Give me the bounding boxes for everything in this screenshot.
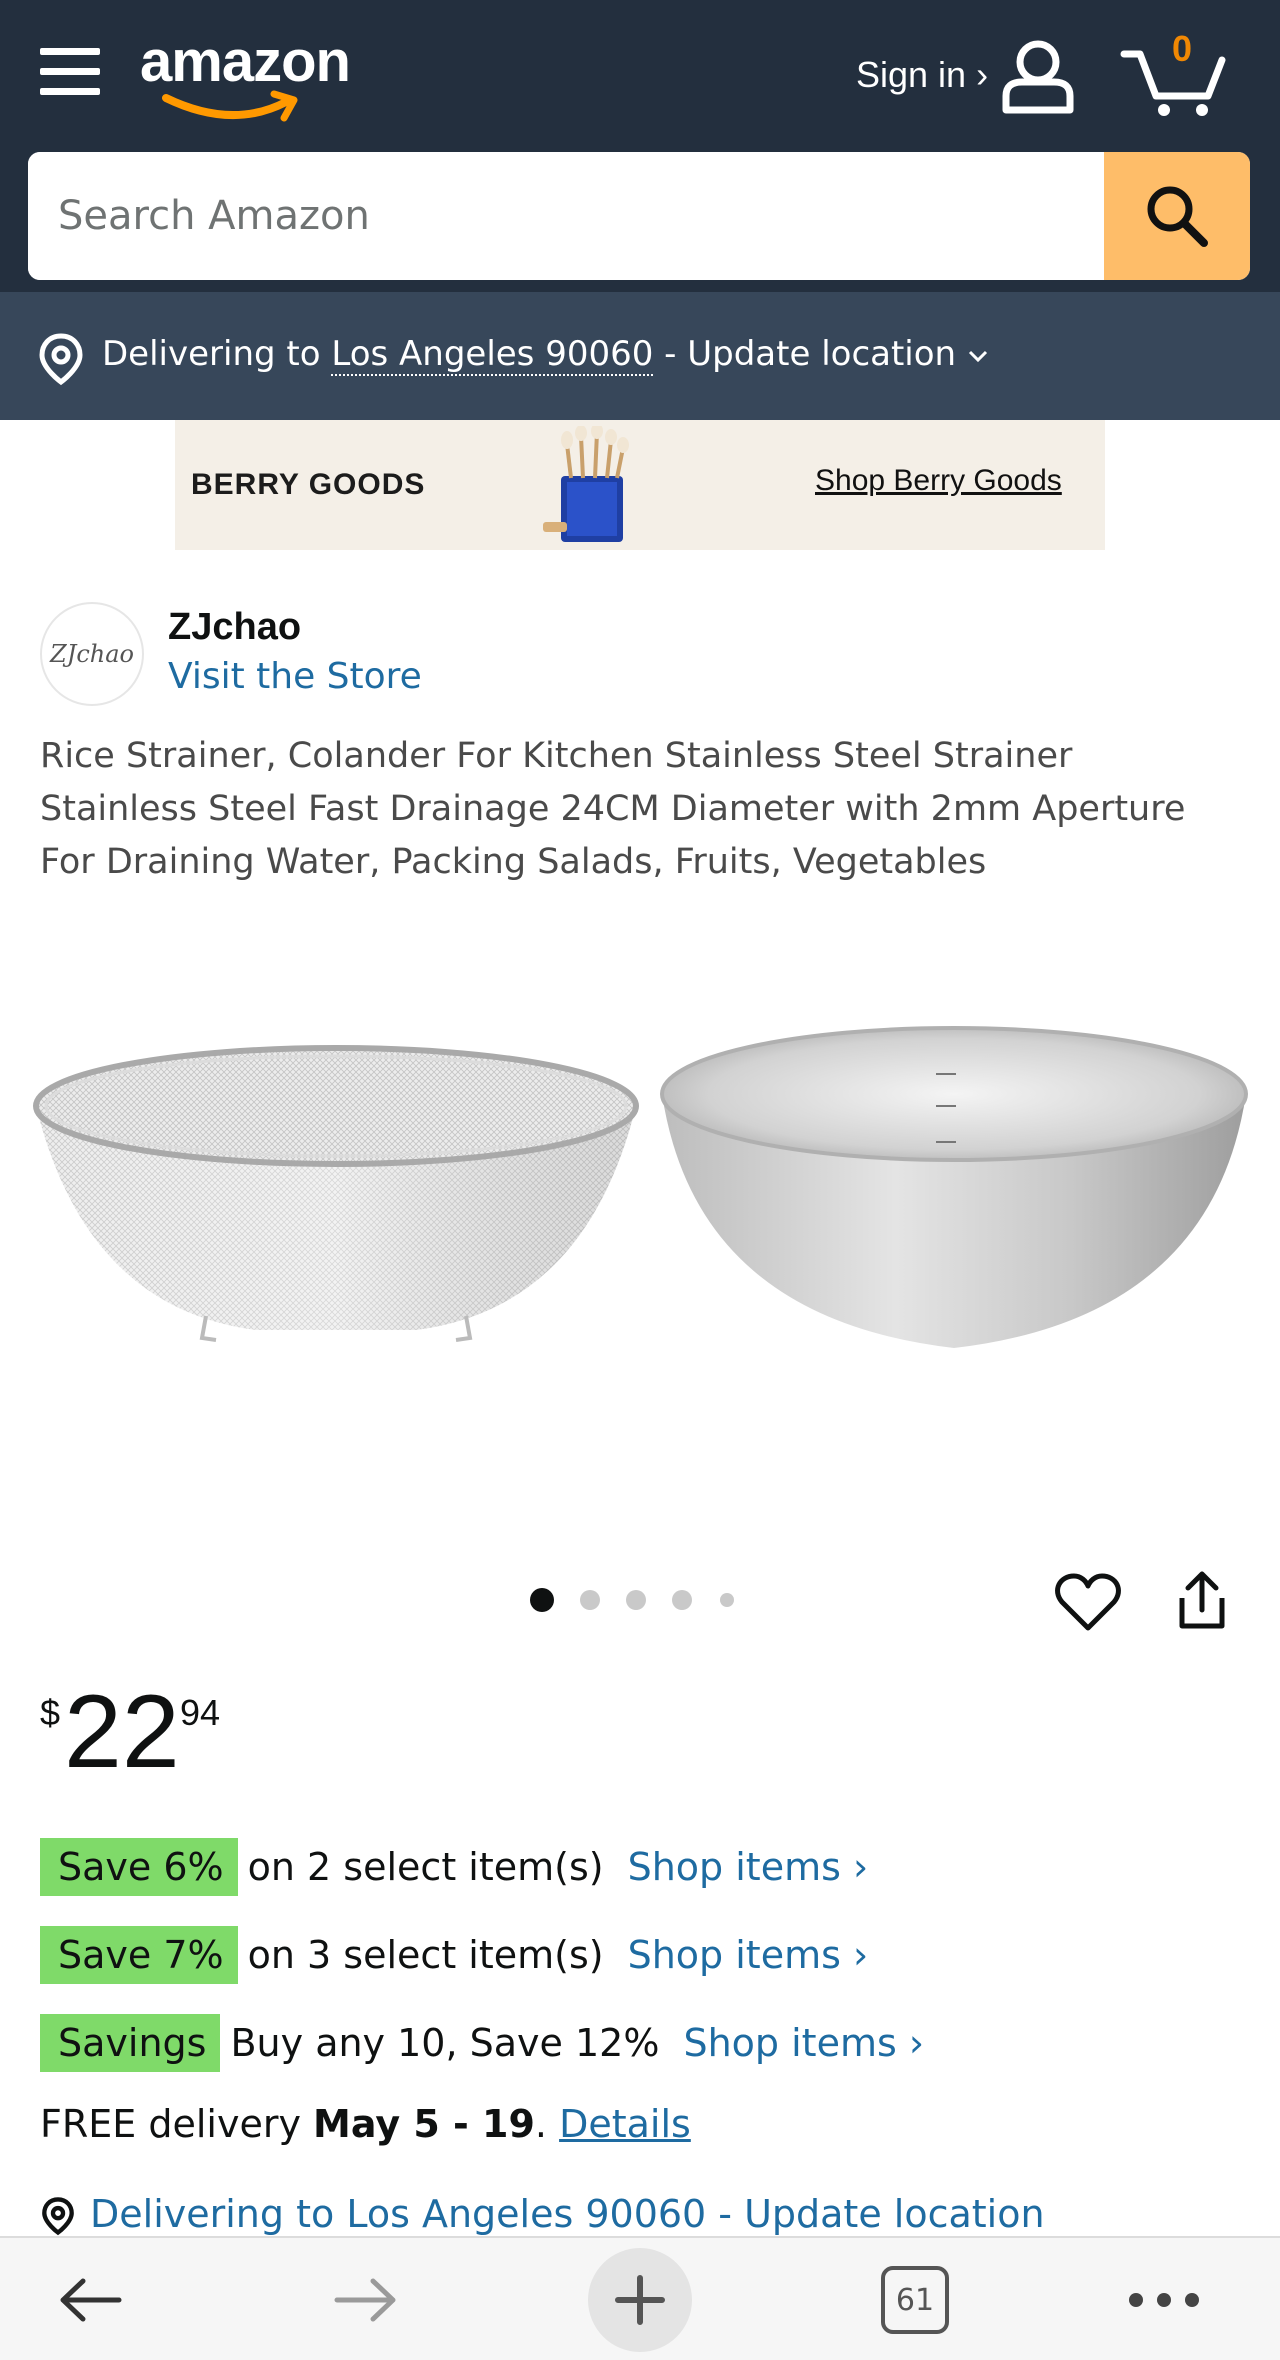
forward-arrow-icon (334, 2278, 396, 2322)
forward-button[interactable] (316, 2238, 416, 2360)
store-logo-text: ZJchao (50, 640, 134, 668)
promotion-badge: Save 6% (40, 1838, 238, 1896)
logo-text: amazon (140, 29, 351, 94)
shop-items-link[interactable]: Shop items › (683, 2021, 924, 2065)
hamburger-menu-icon[interactable] (40, 44, 100, 100)
banner-brand: BERRY GOODS (191, 468, 426, 501)
update-location-text: - Update location (653, 334, 957, 374)
cart-button[interactable]: 0 (1120, 28, 1230, 120)
location-text[interactable]: Delivering to Los Angeles 90060 - Update… (102, 334, 989, 376)
promotion-row: Savings Buy any 10, Save 12% Shop items › (40, 2014, 924, 2072)
delivery-info: FREE delivery May 5 - 19. Details (40, 2102, 691, 2146)
price-currency: $ (40, 1692, 61, 1733)
delivery-details-link[interactable]: Details (559, 2102, 691, 2146)
banner-shop-link[interactable]: Shop Berry Goods (815, 464, 1062, 498)
promotion-badge: Savings (40, 2014, 221, 2072)
tabs-button[interactable]: 61 (870, 2238, 960, 2360)
location-pin-icon (39, 333, 83, 386)
search-button[interactable] (1104, 152, 1250, 280)
sign-in-link[interactable]: Sign in › (856, 54, 988, 96)
promotion-text: on 2 select item(s) (247, 1845, 604, 1889)
carousel-dot[interactable] (626, 1590, 646, 1610)
sponsored-banner[interactable]: BERRY GOODS Shop Berry Goods (175, 420, 1105, 550)
visit-store-link[interactable]: Visit the Store (168, 656, 422, 697)
amazon-logo[interactable]: amazon (140, 28, 380, 128)
plus-icon (588, 2248, 692, 2352)
delivery-dates: May 5 - 19 (313, 2102, 535, 2146)
strainer-product-image[interactable] (26, 1018, 646, 1358)
cart-count: 0 (1171, 28, 1193, 69)
delivery-location-link[interactable]: Delivering to Los Angeles 90060 - Update… (40, 2192, 1240, 2236)
carousel-dot[interactable] (530, 1588, 554, 1612)
delivery-location-text: Delivering to Los Angeles 90060 - Update… (90, 2192, 1045, 2236)
product-title: Rice Strainer, Colander For Kitchen Stai… (40, 736, 1186, 882)
promotion-text: Buy any 10, Save 12% (230, 2021, 660, 2065)
search-icon (1147, 186, 1208, 247)
user-icon[interactable] (1000, 36, 1076, 116)
promotion-row: Save 7% on 3 select item(s) Shop items › (40, 1926, 868, 1984)
browser-toolbar: 61 (0, 2236, 1280, 2360)
more-dots-icon (1129, 2293, 1199, 2307)
mixing-bowl-product-image[interactable] (656, 1018, 1252, 1358)
search-bar (28, 152, 1250, 280)
share-icon[interactable] (1174, 1568, 1230, 1632)
new-tab-button[interactable] (588, 2238, 692, 2360)
carousel-dot[interactable] (580, 1590, 600, 1610)
promotion-text: on 3 select item(s) (247, 1933, 604, 1977)
shop-items-link[interactable]: Shop items › (628, 1845, 869, 1889)
back-arrow-icon (60, 2278, 122, 2322)
heart-icon[interactable] (1054, 1572, 1122, 1634)
price-fraction: 94 (180, 1692, 221, 1733)
logo-smile-icon (162, 90, 298, 122)
store-logo[interactable]: ZJchao (40, 602, 144, 706)
more-options-button[interactable] (1124, 2238, 1204, 2360)
store-name: ZJchao (168, 606, 302, 648)
location-pin-icon (42, 2197, 74, 2236)
price-whole: 22 (64, 1674, 180, 1790)
tab-count: 61 (881, 2266, 949, 2334)
makeup-brushes-image (543, 426, 629, 542)
location-prefix: Delivering to (102, 334, 332, 374)
location-value: Los Angeles 90060 (331, 334, 654, 376)
delivery-prefix: FREE delivery (40, 2102, 314, 2146)
promotion-row: Save 6% on 2 select item(s) Shop items › (40, 1838, 868, 1896)
chevron-down-icon (968, 350, 987, 362)
carousel-dot[interactable] (720, 1593, 734, 1607)
search-input[interactable] (28, 152, 1104, 280)
delivery-separator: . (534, 2102, 560, 2146)
back-button[interactable] (40, 2238, 140, 2360)
shop-items-link[interactable]: Shop items › (628, 1933, 869, 1977)
carousel-dot[interactable] (672, 1590, 692, 1610)
promotion-badge: Save 7% (40, 1926, 238, 1984)
